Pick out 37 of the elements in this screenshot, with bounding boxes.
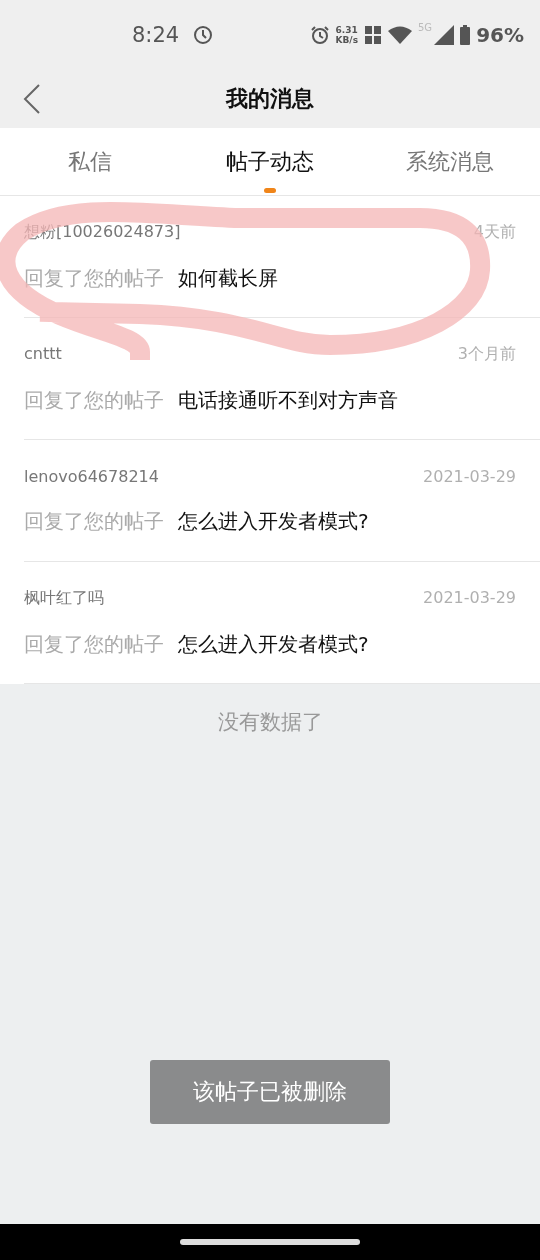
clock-time: 8:24 <box>132 23 180 47</box>
battery-icon <box>460 25 471 45</box>
action-text: 回复了您的帖子 <box>24 264 164 292</box>
message-time: 2021-03-29 <box>423 587 516 609</box>
end-of-list-text: 没有数据了 <box>217 709 323 736</box>
back-icon[interactable] <box>23 84 41 114</box>
post-title: 如何截长屏 <box>178 264 278 292</box>
post-title: 电话接通听不到对方声音 <box>178 386 398 414</box>
net-speed: 6.31 <box>335 25 358 35</box>
action-text: 回复了您的帖子 <box>24 507 164 535</box>
user-name: 想粉[10026024873] <box>24 221 181 243</box>
post-title: 怎么进入开发者模式? <box>178 630 369 658</box>
clock-icon <box>193 25 214 45</box>
tab[interactable]: 帖子动态 <box>180 128 360 195</box>
message-time: 4天前 <box>473 221 516 243</box>
message-item[interactable]: 想粉[10026024873] 4天前 回复了您的帖子 如何截长屏 <box>24 196 540 318</box>
page-title: 我的消息 <box>226 85 314 113</box>
battery-level: 96% <box>476 23 524 47</box>
post-title: 怎么进入开发者模式? <box>178 507 369 535</box>
user-name: 枫叶红了吗 <box>24 587 104 609</box>
signal-icon <box>434 25 455 45</box>
action-text: 回复了您的帖子 <box>24 386 164 414</box>
net-unit: KB/s <box>335 35 358 45</box>
user-name: cnttt <box>24 343 62 365</box>
toast-message: 该帖子已被删除 <box>150 1060 390 1124</box>
sim-icon <box>364 25 382 45</box>
message-item[interactable]: cnttt 3个月前 回复了您的帖子 电话接通听不到对方声音 <box>24 318 540 440</box>
message-time: 2021-03-29 <box>423 466 516 486</box>
user-name: lenovo64678214 <box>24 466 159 486</box>
message-item[interactable]: lenovo64678214 2021-03-29 回复了您的帖子 怎么进入开发者模式? <box>24 440 540 562</box>
message-item[interactable]: 枫叶红了吗 2021-03-29 回复了您的帖子 怎么进入开发者模式? <box>24 562 540 684</box>
wifi-icon <box>388 26 412 44</box>
action-text: 回复了您的帖子 <box>24 630 164 658</box>
message-time: 3个月前 <box>457 343 516 365</box>
alarm-icon <box>309 25 330 45</box>
tab[interactable]: 私信 <box>0 128 180 195</box>
tab[interactable]: 系统消息 <box>360 128 540 195</box>
